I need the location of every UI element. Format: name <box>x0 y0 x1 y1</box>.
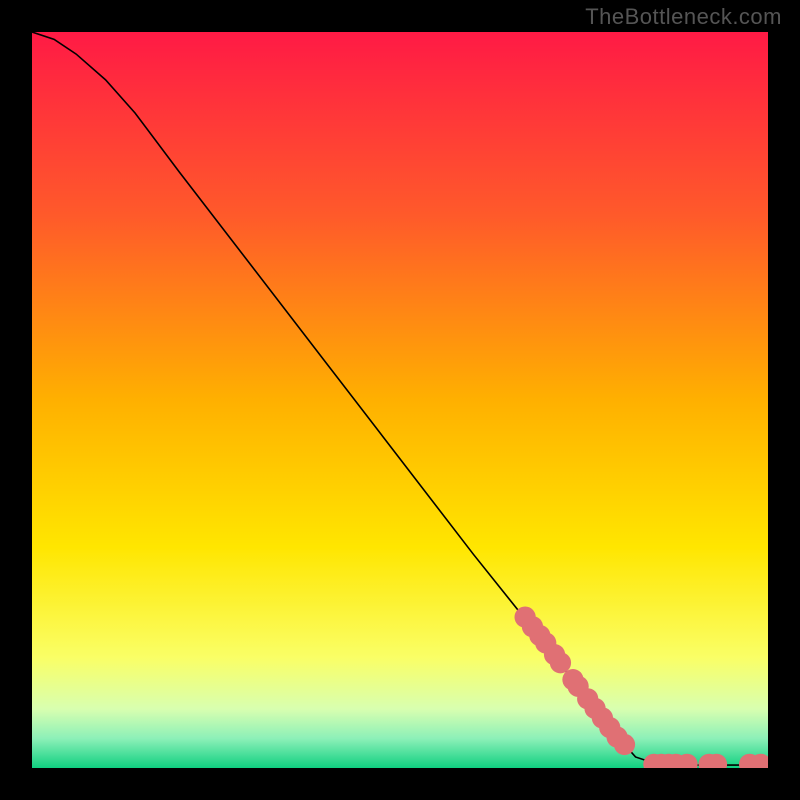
data-marker <box>550 652 571 673</box>
chart-svg <box>32 32 768 768</box>
data-marker <box>614 734 635 755</box>
gradient-background <box>32 32 768 768</box>
chart-frame: TheBottleneck.com <box>0 0 800 800</box>
watermark-text: TheBottleneck.com <box>585 4 782 30</box>
plot-area <box>32 32 768 768</box>
